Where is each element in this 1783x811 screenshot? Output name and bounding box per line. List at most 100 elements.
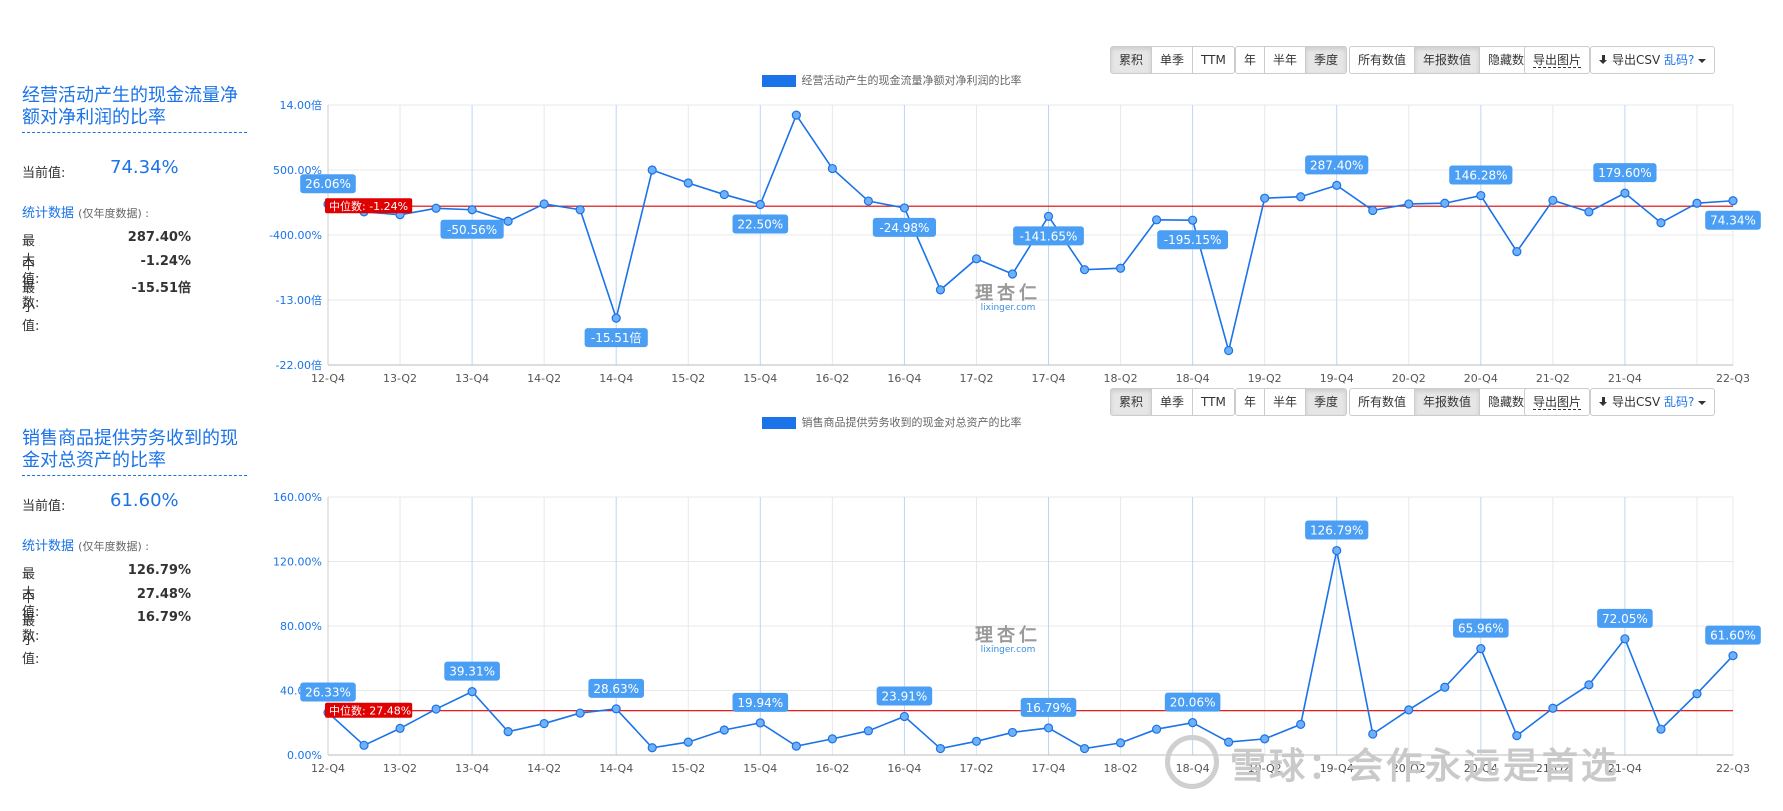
data-point [467,687,477,697]
data-point [1548,195,1558,205]
data-point [1332,545,1342,556]
data-label: -141.65% [1013,226,1084,246]
data-point [431,203,441,213]
data-point [1620,188,1630,198]
data-label-text: 26.33% [305,686,351,700]
data-label: 179.60% [1593,163,1657,183]
data-label: -195.15% [1157,230,1229,250]
data-point [791,110,801,120]
data-label: 146.28% [1449,165,1513,185]
y-tick-label: -13.00倍 [276,293,322,307]
x-tick-label: 13-Q2 [383,372,417,385]
data-label-text: 146.28% [1454,169,1507,183]
data-label: 39.31% [444,661,500,681]
data-label: 74.34% [1705,210,1761,230]
data-point [1296,192,1306,202]
data-point [1079,743,1090,754]
data-point [647,165,657,175]
data-point [359,740,369,750]
data-point [683,178,693,188]
data-label: 65.96% [1453,618,1509,638]
data-label-text: -195.15% [1164,233,1222,247]
x-tick-label: 14-Q4 [599,762,633,775]
data-point [1476,190,1486,201]
data-point [1007,269,1018,279]
data-label-text: -15.51倍 [591,330,642,345]
watermark-en: lixinger.com [980,303,1036,313]
x-tick-label: 19-Q2 [1248,372,1282,385]
data-point [1476,644,1486,654]
data-point [1043,723,1054,733]
x-tick-label: 19-Q4 [1320,372,1354,385]
x-tick-label: 17-Q4 [1031,762,1065,775]
data-point [503,216,513,226]
x-tick-label: 14-Q4 [599,372,633,385]
data-label-text: 72.05% [1602,612,1648,626]
data-point [683,737,693,747]
x-tick-label: 18-Q2 [1104,372,1138,385]
data-point [1404,199,1414,209]
data-label-text: 39.31% [449,665,495,679]
watermark-en: lixinger.com [980,645,1036,655]
median-label: 中位数: 27.48% [325,702,413,718]
x-tick-label: 20-Q2 [1392,372,1426,385]
data-point [719,725,729,735]
data-point [1692,689,1702,699]
data-point [719,189,729,200]
data-point [1440,198,1450,208]
data-point [1115,738,1126,748]
x-tick-label: 17-Q2 [959,762,993,775]
data-label: 22.50% [732,214,789,234]
data-point [1115,263,1126,273]
data-point [1692,198,1702,208]
data-point [1079,265,1090,275]
data-point [467,205,477,215]
line-chart: 14.00倍500.00%-400.00%-13.00倍-22.00倍12-Q4… [269,98,1761,385]
data-point [791,741,801,751]
data-point [1188,215,1198,225]
data-point [1260,193,1270,203]
x-tick-label: 22-Q3 [1716,372,1750,385]
data-label: 26.06% [300,174,356,194]
data-point [899,711,910,722]
data-point [1332,180,1342,190]
data-label: 20.06% [1164,692,1221,712]
data-label-text: -141.65% [1020,229,1078,243]
line-chart: 160.00%120.00%80.00%40.00%0.00%12-Q413-Q… [273,491,1761,775]
median-label: 中位数: -1.24% [325,198,413,214]
x-tick-label: 15-Q4 [743,372,777,385]
y-tick-label: 120.00% [273,556,322,569]
data-point [1584,207,1594,217]
y-tick-label: -400.00% [269,229,322,242]
data-point [899,203,910,213]
data-label: 16.79% [1020,697,1077,717]
data-label-text: 61.60% [1710,629,1756,643]
xueqiu-watermark: 雪球：会作永远是首选 [1230,746,1621,787]
data-label-text: 28.63% [593,682,639,696]
data-point [1656,724,1666,734]
x-tick-label: 15-Q2 [671,372,705,385]
data-label: -50.56% [440,219,504,239]
data-label-text: 179.60% [1598,166,1651,180]
lixinger-watermark: 理杏仁 lixinger.com [975,627,1041,656]
data-point [971,254,982,264]
x-tick-label: 22-Q3 [1716,762,1750,775]
median-label-text: 中位数: 27.48% [329,704,411,718]
data-label: 126.79% [1305,520,1369,540]
data-label: 28.63% [588,678,645,698]
y-tick-label: 14.00倍 [280,98,323,112]
data-label-text: 16.79% [1026,701,1072,715]
data-label: -15.51倍 [584,328,648,348]
x-tick-label: 12-Q4 [311,372,345,385]
data-point [1440,682,1450,692]
data-point [1512,247,1522,257]
data-point [1728,651,1738,661]
x-tick-label: 12-Q4 [311,762,345,775]
data-point [647,743,657,753]
data-point [755,199,765,210]
data-point [539,718,549,729]
data-point [503,727,513,737]
data-label: -24.98% [872,217,937,237]
data-point [575,205,585,215]
y-tick-label: 160.00% [273,491,322,504]
